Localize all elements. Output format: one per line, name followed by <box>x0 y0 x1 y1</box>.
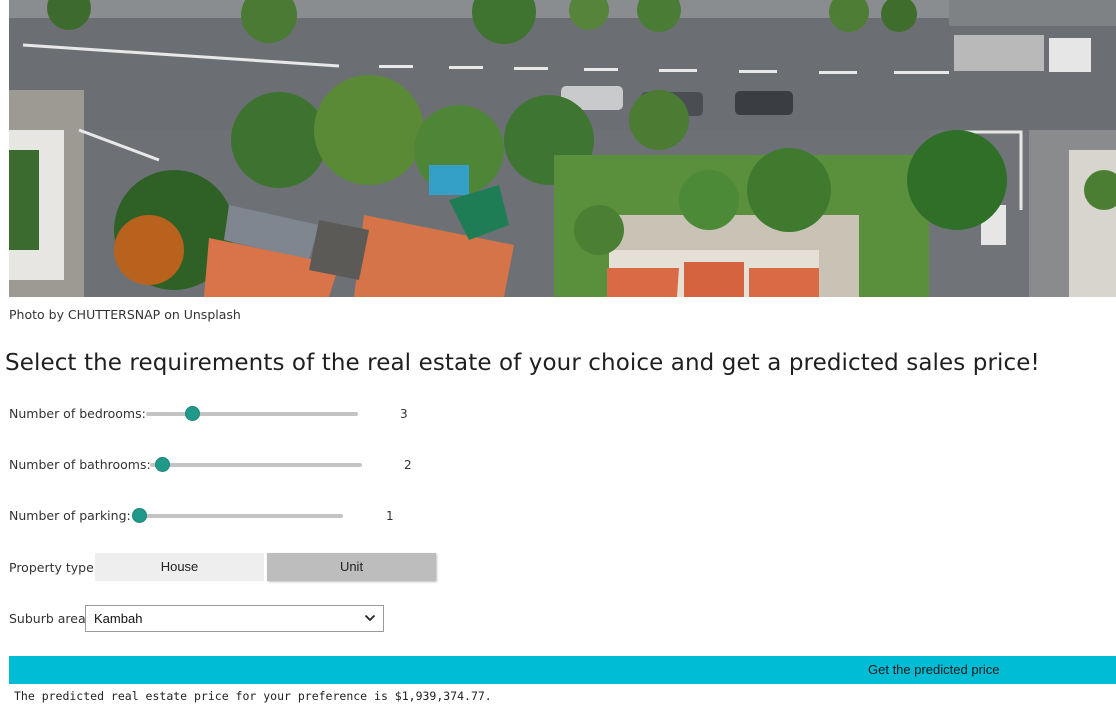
prediction-output: The predicted real estate price for your… <box>14 689 492 703</box>
suburb-selected-value: Kambah <box>94 611 143 626</box>
photo-credit: Photo by CHUTTERSNAP on Unsplash <box>9 307 241 322</box>
parking-slider-thumb[interactable] <box>132 508 147 523</box>
bedrooms-label: Number of bedrooms: <box>9 406 146 421</box>
bathrooms-slider-thumb[interactable] <box>155 457 170 472</box>
bedrooms-slider-thumb[interactable] <box>185 406 200 421</box>
suburb-select[interactable]: Kambah <box>85 605 384 632</box>
predict-button-label: Get the predicted price <box>868 662 1000 677</box>
property-type-house-button[interactable]: House <box>95 553 264 581</box>
bedrooms-slider-row: Number of bedrooms: 3 <box>9 406 429 426</box>
property-type-unit-button[interactable]: Unit <box>267 553 436 581</box>
chevron-down-icon <box>364 614 376 622</box>
bathrooms-label: Number of bathrooms: <box>9 457 151 472</box>
parking-value: 1 <box>386 509 394 523</box>
property-type-row: Property type: House Unit <box>9 553 449 583</box>
header-photo <box>9 0 1116 297</box>
parking-label: Number of parking: <box>9 508 131 523</box>
suburb-label: Suburb area: <box>9 611 90 626</box>
predict-button[interactable]: Get the predicted price <box>9 656 1116 684</box>
bedrooms-slider-track[interactable] <box>146 412 358 416</box>
bathrooms-value: 2 <box>404 458 412 472</box>
bathrooms-slider-row: Number of bathrooms: 2 <box>9 457 429 477</box>
parking-slider-row: Number of parking: 1 <box>9 508 429 528</box>
property-type-label: Property type: <box>9 560 99 575</box>
page-title: Select the requirements of the real esta… <box>5 350 1040 376</box>
bedrooms-value: 3 <box>400 407 408 421</box>
bathrooms-slider-track[interactable] <box>150 463 362 467</box>
parking-slider-track[interactable] <box>132 514 343 518</box>
